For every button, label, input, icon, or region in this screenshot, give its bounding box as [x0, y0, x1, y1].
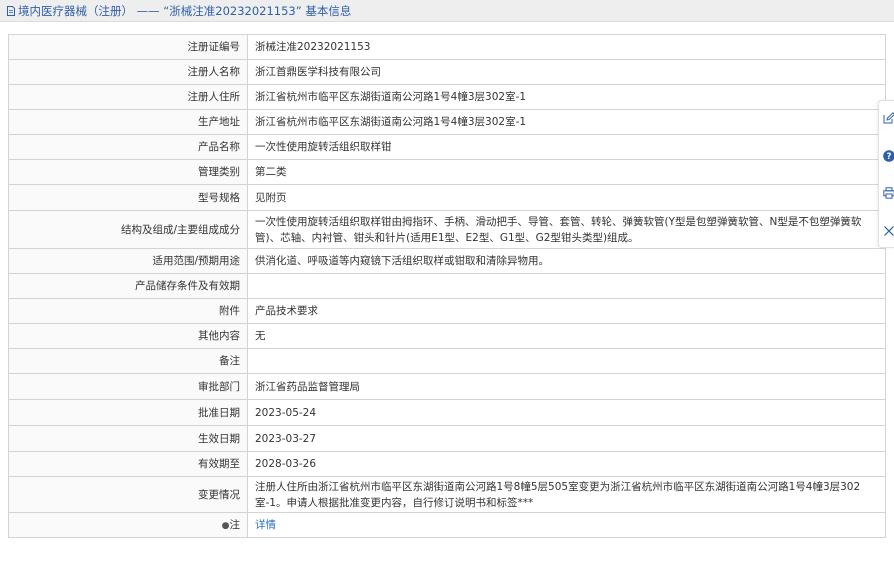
field-value: 浙械注准20232021153 — [247, 34, 886, 60]
table-row: 产品储存条件及有效期 — [8, 273, 886, 299]
field-label: 生产地址 — [8, 109, 248, 135]
svg-text:?: ? — [887, 152, 892, 162]
field-label: 产品储存条件及有效期 — [8, 273, 248, 299]
field-label: 型号规格 — [8, 184, 248, 211]
field-label: 批准日期 — [8, 399, 248, 426]
table-row: 管理类别 第二类 — [8, 159, 886, 185]
field-label: 其他内容 — [8, 323, 248, 349]
table-row: 型号规格 见附页 — [8, 184, 886, 211]
table-row: 备注 — [8, 348, 886, 374]
note-label-cell: ●注 — [8, 512, 248, 538]
table-row: 生效日期 2023-03-27 — [8, 425, 886, 452]
close-icon[interactable] — [883, 225, 894, 237]
field-label: 变更情况 — [8, 476, 248, 513]
field-value: 浙江省杭州市临平区东湖街道南公河路1号4幢3层302室-1 — [247, 109, 886, 135]
field-value: 一次性使用旋转活组织取样钳由拇指环、手柄、滑动把手、导管、套管、转轮、弹簧软管(… — [247, 210, 886, 249]
note-label: 注 — [229, 518, 241, 531]
table-row: 批准日期 2023-05-24 — [8, 399, 886, 426]
details-link[interactable]: 详情 — [255, 519, 276, 531]
field-value: 产品技术要求 — [247, 298, 886, 324]
field-value: 2023-05-24 — [247, 399, 886, 426]
page-header: 境内医疗器械（注册） —— “浙械注准20232021153” 基本信息 — [0, 0, 894, 22]
help-icon[interactable]: ? — [883, 150, 894, 162]
table-row: 结构及组成/主要组成成分 一次性使用旋转活组织取样钳由拇指环、手柄、滑动把手、导… — [8, 210, 886, 249]
field-label: 注册证编号 — [8, 34, 248, 60]
field-label: 适用范围/预期用途 — [8, 248, 248, 274]
field-label: 注册人名称 — [8, 59, 248, 85]
page-title: 境内医疗器械（注册） —— “浙械注准20232021153” 基本信息 — [18, 3, 352, 18]
field-value: 2028-03-26 — [247, 451, 886, 477]
table-row: 附件 产品技术要求 — [8, 298, 886, 324]
field-value: 浙江首鼎医学科技有限公司 — [247, 59, 886, 85]
pin-icon: ● — [221, 520, 230, 531]
print-icon[interactable] — [883, 187, 894, 199]
note-value-cell: 详情 — [247, 512, 886, 538]
table-row: 适用范围/预期用途 供消化道、呼吸道等内窥镜下活组织取样或钳取和清除异物用。 — [8, 248, 886, 274]
field-value: 无 — [247, 323, 886, 349]
field-label: 备注 — [8, 348, 248, 374]
field-value: 见附页 — [247, 184, 886, 211]
table-row: 产品名称 一次性使用旋转活组织取样钳 — [8, 134, 886, 160]
registration-info-table: 注册证编号 浙械注准20232021153 注册人名称 浙江首鼎医学科技有限公司… — [8, 34, 886, 538]
field-value: 浙江省杭州市临平区东湖街道南公河路1号4幢3层302室-1 — [247, 84, 886, 110]
table-row: 审批部门 浙江省药品监督管理局 — [8, 373, 886, 400]
table-row: 注册证编号 浙械注准20232021153 — [8, 34, 886, 60]
table-row: 有效期至 2028-03-26 — [8, 451, 886, 477]
field-label: 管理类别 — [8, 159, 248, 185]
field-value: 供消化道、呼吸道等内窥镜下活组织取样或钳取和清除异物用。 — [247, 248, 886, 274]
table-row: 其他内容 无 — [8, 323, 886, 349]
field-value — [247, 348, 886, 374]
field-label: 结构及组成/主要组成成分 — [8, 210, 248, 249]
field-label: 产品名称 — [8, 134, 248, 160]
field-label: 附件 — [8, 298, 248, 324]
field-value: 浙江省药品监督管理局 — [247, 373, 886, 400]
document-icon — [7, 5, 15, 16]
table-row: 注册人住所 浙江省杭州市临平区东湖街道南公河路1号4幢3层302室-1 — [8, 84, 886, 110]
field-value: 注册人住所由浙江省杭州市临平区东湖街道南公河路1号8幢5层505室变更为浙江省杭… — [247, 476, 886, 513]
field-value: 2023-03-27 — [247, 425, 886, 452]
field-value: 一次性使用旋转活组织取样钳 — [247, 134, 886, 160]
field-label: 审批部门 — [8, 373, 248, 400]
table-row-note: ●注 详情 — [8, 512, 886, 538]
side-toolbar: ? — [878, 100, 894, 248]
field-value: 第二类 — [247, 159, 886, 185]
table-row: 注册人名称 浙江首鼎医学科技有限公司 — [8, 59, 886, 85]
edit-icon[interactable] — [883, 112, 894, 124]
field-value — [247, 273, 886, 299]
field-label: 注册人住所 — [8, 84, 248, 110]
table-row: 变更情况 注册人住所由浙江省杭州市临平区东湖街道南公河路1号8幢5层505室变更… — [8, 476, 886, 513]
table-row: 生产地址 浙江省杭州市临平区东湖街道南公河路1号4幢3层302室-1 — [8, 109, 886, 135]
field-label: 生效日期 — [8, 425, 248, 452]
field-label: 有效期至 — [8, 451, 248, 477]
